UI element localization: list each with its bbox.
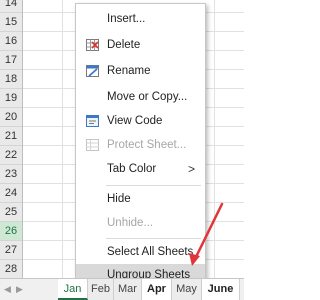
menu-item-move-copy[interactable]: Move or Copy... (76, 86, 205, 108)
delete-sheet-icon (86, 39, 99, 51)
menu-item-tab-color[interactable]: Tab Color > (76, 158, 205, 180)
menu-item-label: Protect Sheet... (107, 139, 187, 151)
menu-item-label: Tab Color (107, 163, 157, 175)
menu-item-hide[interactable]: Hide (76, 188, 205, 210)
menu-item-label: Hide (107, 193, 131, 205)
tab-scroll-left-icon[interactable]: ◀ (4, 284, 11, 295)
row-header[interactable]: 18 (0, 70, 22, 89)
grid-line (62, 0, 63, 278)
menu-separator (106, 238, 201, 239)
menu-item-insert[interactable]: Insert... (76, 8, 205, 30)
menu-item-label: Insert... (107, 13, 146, 25)
row-header-active[interactable]: 26 (0, 222, 22, 241)
row-header[interactable]: 24 (0, 184, 22, 203)
sheet-tab-apr[interactable]: Apr (142, 279, 172, 300)
row-header[interactable]: 23 (0, 165, 22, 184)
row-header[interactable]: 15 (0, 13, 22, 32)
menu-item-view-code[interactable]: View Code (76, 110, 205, 132)
sheet-tab-may[interactable]: May (172, 279, 202, 300)
row-header[interactable]: 25 (0, 203, 22, 222)
menu-separator (106, 185, 201, 186)
menu-item-label: Rename (107, 65, 151, 77)
menu-item-label: Delete (107, 39, 141, 51)
sheet-tab-june[interactable]: June (202, 279, 240, 300)
rename-sheet-icon (86, 65, 99, 77)
row-header[interactable]: 19 (0, 89, 22, 108)
sheet-tab-jan[interactable]: Jan (58, 279, 88, 300)
row-header[interactable]: 27 (0, 241, 22, 260)
menu-item-unhide: Unhide... (76, 212, 205, 234)
menu-item-delete[interactable]: Delete (76, 34, 205, 56)
row-header[interactable]: 22 (0, 146, 22, 165)
protect-sheet-icon (86, 139, 99, 151)
row-header[interactable]: 14 (0, 0, 22, 13)
sheet-context-menu: Insert... Delete Rename Move or Copy... (75, 3, 206, 288)
row-header[interactable]: 28 (0, 260, 22, 279)
sheet-tab-mar[interactable]: Mar (114, 279, 142, 300)
sheet-tab-feb[interactable]: Feb (88, 279, 114, 300)
sheet-tab-bar: ◀ ▶ Jan Feb Mar Apr May June (0, 278, 244, 300)
menu-item-label: Select All Sheets (107, 246, 194, 258)
chevron-right-icon: > (187, 162, 195, 176)
menu-item-label: View Code (107, 115, 163, 127)
menu-item-protect-sheet: Protect Sheet... (76, 134, 205, 156)
grid-line (214, 0, 215, 278)
row-header[interactable]: 20 (0, 108, 22, 127)
menu-item-label: Move or Copy... (107, 91, 188, 103)
row-header[interactable]: 16 (0, 32, 22, 51)
row-header[interactable]: 21 (0, 127, 22, 146)
menu-item-label: Unhide... (107, 217, 154, 229)
menu-item-select-all-sheets[interactable]: Select All Sheets (76, 241, 205, 263)
row-header[interactable]: 17 (0, 51, 22, 70)
row-headers: 14 15 16 17 18 19 20 21 22 23 24 25 26 2… (0, 0, 23, 298)
tab-scroll-right-icon[interactable]: ▶ (16, 284, 23, 295)
view-code-icon (86, 115, 99, 127)
menu-item-rename[interactable]: Rename (76, 60, 205, 82)
